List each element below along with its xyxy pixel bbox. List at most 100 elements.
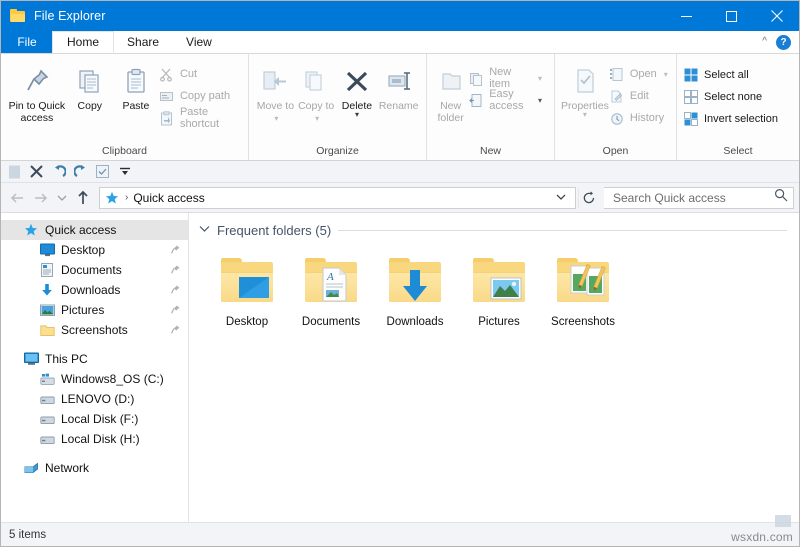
forward-button[interactable] [30, 187, 52, 209]
ribbon: Pin to Quick access Copy Paste Cut Copy … [1, 54, 799, 161]
drive-icon [39, 411, 55, 427]
copy-to-button[interactable]: Copy to ▾ [296, 60, 337, 125]
search-input[interactable] [611, 189, 774, 206]
sidebar-item-label: Local Disk (H:) [61, 432, 140, 446]
ribbon-group-select: Select all Select none Invert selection … [677, 54, 799, 160]
tile-desktop[interactable]: Desktop [215, 254, 279, 328]
sidebar-item-windows8-os-c[interactable]: Windows8_OS (C:) [1, 369, 188, 389]
copy-icon [75, 64, 105, 98]
tile-screenshots[interactable]: Screenshots [551, 254, 615, 328]
refresh-button[interactable] [578, 187, 598, 208]
address-bar-right [550, 193, 572, 203]
item-count: 5 items [9, 528, 47, 541]
delete-button[interactable]: Delete ▾ [337, 60, 378, 119]
watermark-text: wsxdn.com [731, 530, 793, 544]
copy-to-label: Copy to ▾ [298, 100, 335, 123]
tab-share[interactable]: Share [113, 31, 173, 53]
new-folder-button[interactable]: New folder [433, 60, 468, 124]
pin-icon[interactable] [170, 284, 182, 296]
checkbox-icon[interactable] [95, 164, 110, 179]
undo-arrow-icon[interactable] [73, 164, 88, 179]
sidebar-item-local-disk-h[interactable]: Local Disk (H:) [1, 429, 188, 449]
ribbon-tab-bar-right: ^ ? [762, 31, 799, 53]
tile-downloads[interactable]: Downloads [383, 254, 447, 328]
maximize-button[interactable] [709, 1, 754, 31]
search-icon[interactable] [774, 188, 788, 207]
sidebar-item-downloads[interactable]: Downloads [1, 280, 188, 300]
sidebar-item-this-pc[interactable]: This PC [1, 349, 188, 369]
paste-shortcut-button[interactable]: Paste shortcut [159, 106, 242, 130]
network-icon [23, 460, 39, 476]
new-small-buttons: New item ▾ Easy access ▾ [468, 60, 548, 112]
quick-access-star-icon [23, 222, 39, 238]
tab-home[interactable]: Home [52, 31, 115, 53]
new-item-button[interactable]: New item ▾ [468, 66, 548, 90]
edit-button[interactable]: Edit [609, 86, 674, 106]
file-explorer-window: File Explorer File Home Share View ^ ? P… [0, 0, 800, 547]
ribbon-group-label-organize: Organize [316, 145, 359, 157]
folder-icon [10, 8, 26, 24]
chevron-down-icon[interactable]: ▾ [583, 111, 587, 119]
section-header-frequent-folders[interactable]: Frequent folders (5) [199, 223, 799, 238]
breadcrumb[interactable]: › Quick access [99, 186, 576, 209]
chevron-down-icon[interactable] [550, 193, 572, 203]
chevron-up-icon[interactable]: ^ [762, 37, 767, 47]
chevron-down-icon[interactable]: ▾ [355, 111, 359, 119]
open-button[interactable]: Open ▾ [609, 64, 674, 84]
sidebar-item-network[interactable]: Network [1, 458, 188, 478]
pin-icon[interactable] [170, 304, 182, 316]
sidebar-item-screenshots[interactable]: Screenshots [1, 320, 188, 340]
easy-access-button[interactable]: Easy access ▾ [468, 88, 548, 112]
pin-icon[interactable] [170, 244, 182, 256]
back-button[interactable] [6, 187, 28, 209]
invert-selection-label: Invert selection [704, 113, 778, 125]
sidebar-item-documents[interactable]: Documents [1, 260, 188, 280]
address-bar: › Quick access [1, 183, 799, 212]
close-button[interactable] [754, 1, 799, 31]
properties-button[interactable]: Properties ▾ [561, 60, 609, 119]
rename-button[interactable]: Rename [377, 60, 420, 112]
sidebar-item-quick-access[interactable]: Quick access [1, 220, 188, 240]
sidebar-item-pictures[interactable]: Pictures [1, 300, 188, 320]
sidebar-item-local-disk-f[interactable]: Local Disk (F:) [1, 409, 188, 429]
breadcrumb-separator: › [125, 192, 129, 203]
sidebar-item-desktop[interactable]: Desktop [1, 240, 188, 260]
chevron-down-bar-icon[interactable] [117, 164, 132, 179]
tile-pictures[interactable]: Pictures [467, 254, 531, 328]
pin-icon[interactable] [170, 324, 182, 336]
chevron-down-icon[interactable] [199, 225, 210, 236]
select-none-label: Select none [704, 91, 763, 103]
move-to-button[interactable]: Move to ▾ [255, 60, 296, 125]
search-box[interactable] [604, 186, 794, 209]
help-icon[interactable]: ? [776, 34, 791, 50]
copy-path-button[interactable]: Copy path [159, 86, 242, 106]
sidebar-item-lenovo-d[interactable]: LENOVO (D:) [1, 389, 188, 409]
copy-button[interactable]: Copy [67, 60, 113, 112]
clipboard-small-buttons: Cut Copy path Paste shortcut [159, 60, 242, 130]
pin-to-quick-access-button[interactable]: Pin to Quick access [7, 60, 67, 124]
pin-icon [22, 64, 52, 98]
paste-button[interactable]: Paste [113, 60, 159, 112]
select-all-icon [683, 67, 699, 83]
folder-icon [39, 322, 55, 338]
history-button[interactable]: History [609, 108, 674, 128]
svg-text:A: A [326, 271, 334, 283]
select-all-button[interactable]: Select all [683, 65, 784, 85]
tile-documents[interactable]: A Documents [299, 254, 363, 328]
select-none-icon [683, 89, 699, 105]
document-icon[interactable] [7, 164, 22, 179]
recent-locations-button[interactable] [54, 187, 70, 209]
pin-icon[interactable] [170, 264, 182, 276]
redo-arrow-icon[interactable] [51, 164, 66, 179]
tab-view[interactable]: View [172, 31, 226, 53]
cut-button[interactable]: Cut [159, 64, 242, 84]
select-none-button[interactable]: Select none [683, 87, 784, 107]
minimize-button[interactable] [664, 1, 709, 31]
up-button[interactable] [72, 187, 94, 209]
invert-selection-button[interactable]: Invert selection [683, 109, 784, 129]
invert-selection-icon [683, 111, 699, 127]
x-icon[interactable] [29, 164, 44, 179]
tab-file[interactable]: File [1, 31, 53, 53]
quick-access-toolbar [1, 161, 799, 183]
move-to-icon [260, 64, 290, 98]
